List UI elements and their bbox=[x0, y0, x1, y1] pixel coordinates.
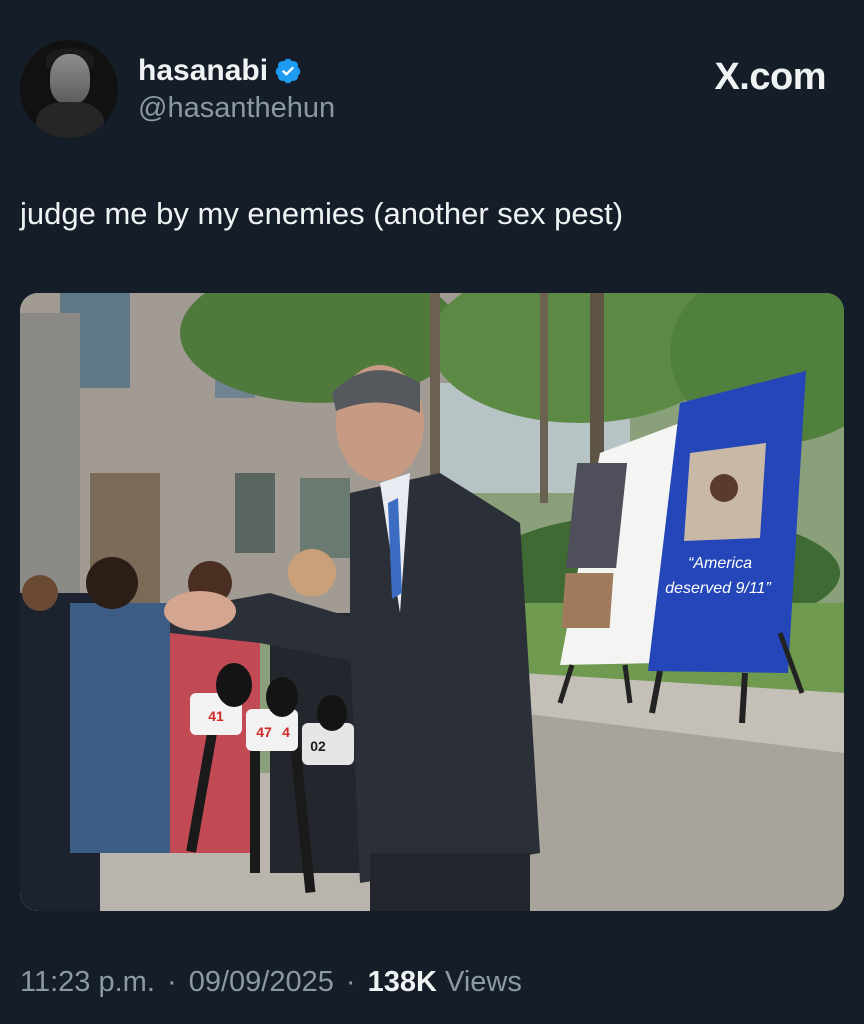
tree-trunk bbox=[540, 293, 548, 503]
tweet-time[interactable]: 11:23 p.m. bbox=[20, 966, 155, 998]
meta-separator: · bbox=[166, 966, 177, 998]
building-window bbox=[235, 473, 275, 553]
tree-trunk bbox=[430, 293, 440, 493]
user-handle[interactable]: @hasanthehun bbox=[138, 92, 335, 125]
stone-pillar bbox=[20, 313, 80, 613]
mic-label-cbs: 02 bbox=[310, 738, 326, 754]
building-window bbox=[300, 478, 350, 558]
tweet-card: hasanabi @hasanthehun X.com judge me by … bbox=[0, 0, 864, 1024]
user-names: hasanabi @hasanthehun bbox=[138, 54, 335, 125]
mic-label-nbc: 4 bbox=[282, 724, 290, 740]
x-brand-label: X.com bbox=[714, 56, 826, 98]
views-label: Views bbox=[445, 966, 522, 998]
press-conference-photo: “America deserved 9/11” 41 47 4 02 bbox=[20, 293, 844, 911]
tweet-meta: 11:23 p.m. · 09/09/2025 · 138K Views bbox=[20, 966, 522, 999]
poster-quote-line2: deserved 9/11” bbox=[665, 580, 771, 597]
avatar-face bbox=[50, 54, 90, 104]
avatar[interactable] bbox=[20, 40, 118, 138]
display-name[interactable]: hasanabi bbox=[138, 54, 268, 88]
mic-label-telemundo: 47 bbox=[256, 724, 272, 740]
meta-separator: · bbox=[345, 966, 356, 998]
tweet-header: hasanabi @hasanthehun bbox=[20, 40, 335, 138]
tweet-text: judge me by my enemies (another sex pest… bbox=[20, 196, 624, 231]
tree-trunk bbox=[590, 293, 604, 473]
poster-quote-line1: “America bbox=[688, 555, 752, 572]
tweet-date[interactable]: 09/09/2025 bbox=[189, 966, 334, 998]
mic-label-univision: 41 bbox=[208, 708, 224, 724]
tweet-photo[interactable]: “America deserved 9/11” 41 47 4 02 bbox=[20, 293, 844, 911]
views-count[interactable]: 138K bbox=[368, 966, 437, 998]
verified-badge-icon bbox=[275, 58, 301, 83]
display-name-row: hasanabi bbox=[138, 54, 335, 88]
avatar-body bbox=[36, 102, 104, 138]
